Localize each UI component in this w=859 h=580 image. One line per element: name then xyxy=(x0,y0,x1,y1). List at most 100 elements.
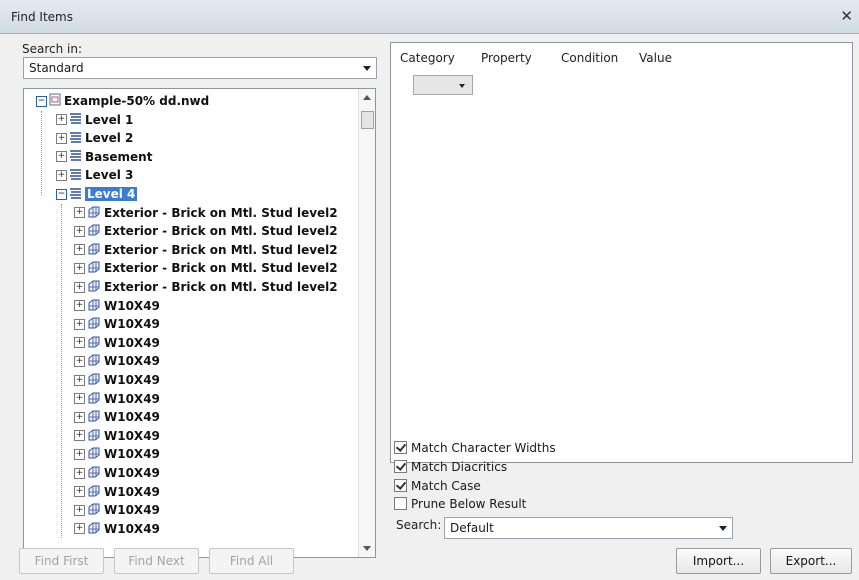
geometry-icon xyxy=(87,446,101,462)
tree-node[interactable]: + W10X49 xyxy=(74,408,160,426)
tree-node[interactable]: + Exterior - Brick on Mtl. Stud level2 xyxy=(74,241,338,259)
column-header-category[interactable]: Category xyxy=(400,51,455,65)
expand-icon[interactable]: + xyxy=(74,337,85,349)
column-header-value[interactable]: Value xyxy=(639,51,672,65)
scroll-thumb[interactable] xyxy=(361,111,374,129)
tree-node[interactable]: + W10X49 xyxy=(74,464,160,482)
match-case-checkbox[interactable] xyxy=(394,479,407,492)
tree-node[interactable]: + W10X49 xyxy=(74,390,160,408)
expand-icon[interactable]: + xyxy=(56,132,67,144)
match-diacritics-option[interactable]: Match Diacritics xyxy=(394,458,507,475)
tree-node-label: W10X49 xyxy=(104,410,160,425)
expand-icon[interactable]: + xyxy=(74,355,85,367)
expand-icon[interactable]: + xyxy=(74,262,85,274)
tree-node-label: Level 1 xyxy=(85,112,134,127)
tree-node-label: Exterior - Brick on Mtl. Stud level2 xyxy=(104,224,338,239)
expand-icon[interactable]: + xyxy=(74,244,85,256)
tree-node[interactable]: + Level 2 xyxy=(56,129,133,147)
layer-icon xyxy=(69,112,82,127)
tree-node[interactable]: + W10X49 xyxy=(74,427,160,445)
tree-node[interactable]: + W10X49 xyxy=(74,445,160,463)
tree-node[interactable]: + Level 3 xyxy=(56,166,133,184)
conditions-grid[interactable]: Category Property Condition Value xyxy=(390,42,853,463)
geometry-icon xyxy=(87,260,101,276)
collapse-icon[interactable]: − xyxy=(56,188,67,200)
expand-icon[interactable]: + xyxy=(56,169,67,181)
geometry-icon xyxy=(87,205,101,221)
tree-node[interactable]: + W10X49 xyxy=(74,334,160,352)
tree-node[interactable]: + W10X49 xyxy=(74,352,160,370)
find-next-button[interactable]: Find Next xyxy=(114,548,199,574)
scroll-down-icon[interactable] xyxy=(363,546,371,551)
dialog-body: Search in: Standard − Example-50% dd.nwd +… xyxy=(0,34,859,580)
tree-node[interactable]: + W10X49 xyxy=(74,483,160,501)
expand-icon[interactable]: + xyxy=(74,374,85,386)
close-icon[interactable]: ✕ xyxy=(840,7,853,25)
search-mode-value: Default xyxy=(450,521,494,535)
tree-scrollbar[interactable] xyxy=(358,89,375,557)
import-button[interactable]: Import... xyxy=(676,548,761,574)
expand-icon[interactable]: + xyxy=(74,430,85,442)
tree-node[interactable]: + Basement xyxy=(56,148,152,166)
selection-tree[interactable]: − Example-50% dd.nwd + Level 1 + Level 2 + Base… xyxy=(23,88,376,558)
match-character-widths-label: Match Character Widths xyxy=(411,440,556,455)
expand-icon[interactable]: + xyxy=(74,207,85,219)
match-case-label: Match Case xyxy=(411,478,481,493)
tree-node-label: W10X49 xyxy=(104,503,160,518)
expand-icon[interactable]: + xyxy=(74,504,85,516)
prune-below-result-checkbox[interactable] xyxy=(394,497,407,510)
tree-node[interactable]: + W10X49 xyxy=(74,520,160,538)
geometry-icon xyxy=(87,372,101,388)
tree-node[interactable]: + Exterior - Brick on Mtl. Stud level2 xyxy=(74,259,338,277)
match-character-widths-checkbox[interactable] xyxy=(394,441,407,454)
geometry-icon xyxy=(87,223,101,239)
tree-node[interactable]: + W10X49 xyxy=(74,315,160,333)
expand-icon[interactable]: + xyxy=(74,318,85,330)
match-case-option[interactable]: Match Case xyxy=(394,477,481,494)
match-diacritics-checkbox[interactable] xyxy=(394,460,407,473)
geometry-icon xyxy=(87,298,101,314)
collapse-icon[interactable]: − xyxy=(36,95,47,107)
search-in-label: Search in: xyxy=(22,42,83,56)
tree-node[interactable]: + W10X49 xyxy=(74,501,160,519)
expand-icon[interactable]: + xyxy=(56,114,67,126)
tree-node[interactable]: + W10X49 xyxy=(74,297,160,315)
expand-icon[interactable]: + xyxy=(74,300,85,312)
scroll-up-icon[interactable] xyxy=(363,95,371,100)
expand-icon[interactable]: + xyxy=(74,523,85,535)
geometry-icon xyxy=(87,484,101,500)
tree-node[interactable]: − Example-50% dd.nwd xyxy=(36,92,209,110)
expand-icon[interactable]: + xyxy=(74,467,85,479)
search-in-value: Standard xyxy=(29,61,84,75)
tree-node[interactable]: + Exterior - Brick on Mtl. Stud level2 xyxy=(74,204,338,222)
search-in-dropdown[interactable]: Standard xyxy=(23,57,377,79)
window-title: Find Items xyxy=(11,10,73,24)
column-header-property[interactable]: Property xyxy=(481,51,532,65)
expand-icon[interactable]: + xyxy=(56,151,67,163)
find-all-button[interactable]: Find All xyxy=(209,548,294,574)
tree-node[interactable]: + Exterior - Brick on Mtl. Stud level2 xyxy=(74,278,338,296)
prune-below-result-label: Prune Below Result xyxy=(411,496,527,511)
category-dropdown[interactable] xyxy=(413,75,473,95)
tree-node-label: Level 2 xyxy=(85,131,134,146)
tree-node[interactable]: + Exterior - Brick on Mtl. Stud level2 xyxy=(74,222,338,240)
tree-node[interactable]: + Level 1 xyxy=(56,111,133,129)
title-bar: Find Items ✕ xyxy=(0,0,859,34)
column-header-condition[interactable]: Condition xyxy=(561,51,618,65)
expand-icon[interactable]: + xyxy=(74,486,85,498)
layer-icon xyxy=(69,149,82,164)
expand-icon[interactable]: + xyxy=(74,281,85,293)
find-first-button[interactable]: Find First xyxy=(19,548,104,574)
expand-icon[interactable]: + xyxy=(74,225,85,237)
expand-icon[interactable]: + xyxy=(74,411,85,423)
search-mode-dropdown[interactable]: Default xyxy=(444,517,733,539)
tree-node[interactable]: + W10X49 xyxy=(74,371,160,389)
expand-icon[interactable]: + xyxy=(74,448,85,460)
tree-node[interactable]: − Level 4 xyxy=(56,185,138,203)
geometry-icon xyxy=(87,316,101,332)
prune-below-result-option[interactable]: Prune Below Result xyxy=(394,495,526,512)
tree-node-label: W10X49 xyxy=(104,354,160,369)
export-button[interactable]: Export... xyxy=(770,548,852,574)
match-character-widths-option[interactable]: Match Character Widths xyxy=(394,439,556,456)
expand-icon[interactable]: + xyxy=(74,393,85,405)
